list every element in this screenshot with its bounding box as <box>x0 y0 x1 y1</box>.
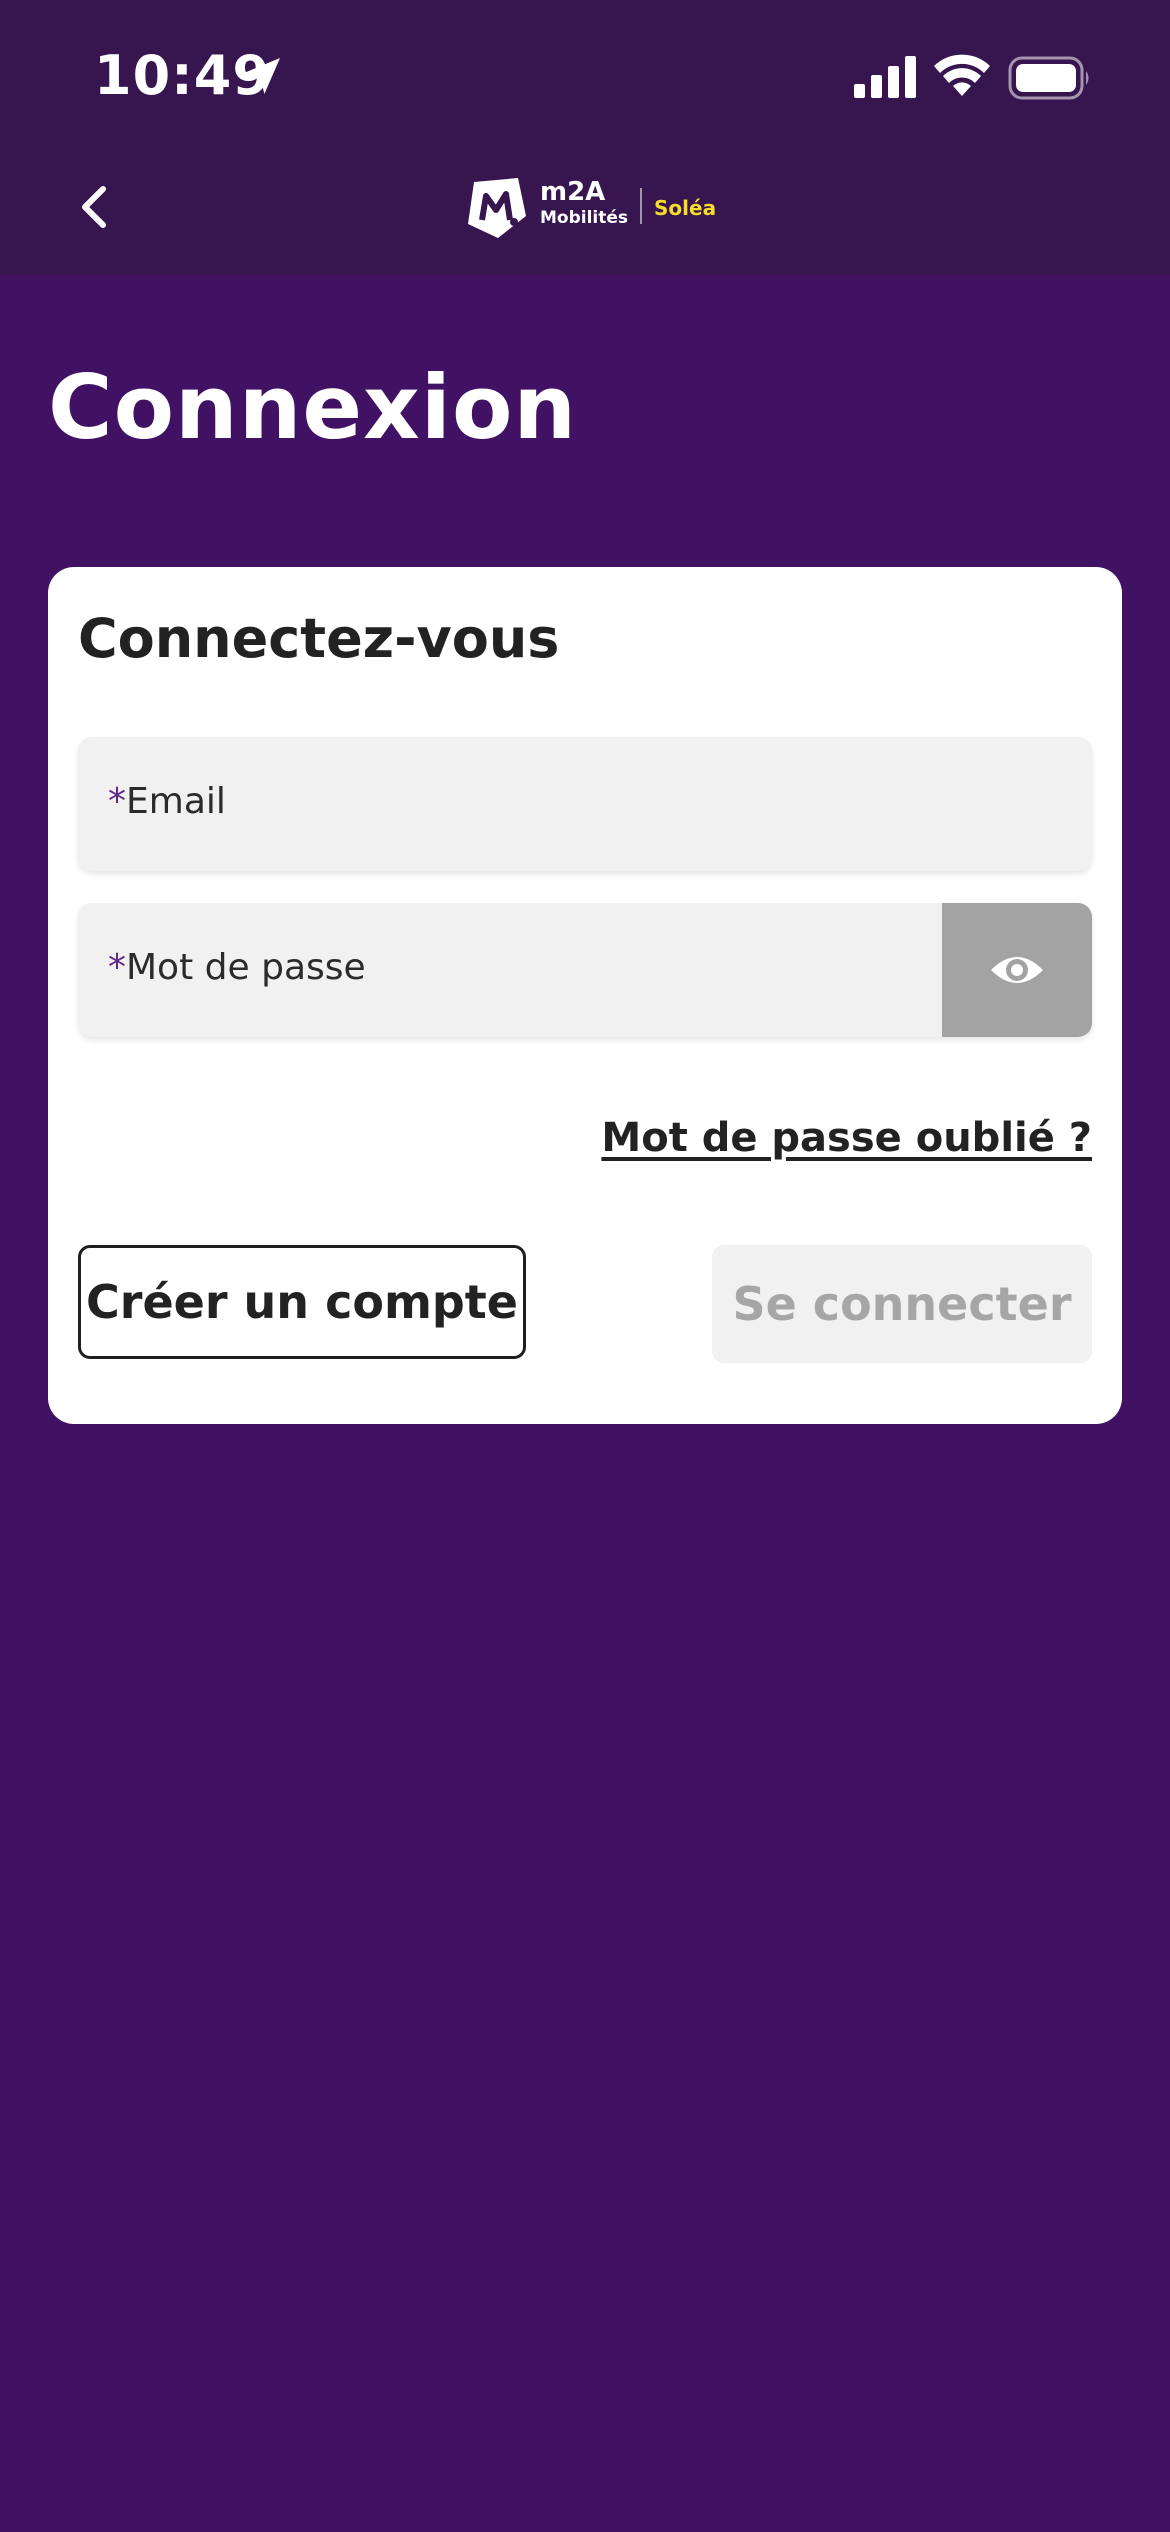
signal-icon <box>854 56 916 98</box>
password-field[interactable]: *Mot de passe <box>78 903 1092 1037</box>
email-input[interactable] <box>78 737 1092 871</box>
app-logo: m2A Mobilités Soléa <box>464 174 717 244</box>
card-title: Connectez-vous <box>78 607 560 670</box>
create-account-button[interactable]: Créer un compte <box>78 1245 526 1359</box>
eye-icon <box>991 957 1043 983</box>
logo-partner: Soléa <box>654 196 717 220</box>
page-title: Connexion <box>48 356 578 459</box>
password-input[interactable] <box>78 903 1092 1037</box>
location-arrow-icon <box>244 58 280 94</box>
logo-subtitle: Mobilités <box>540 208 629 228</box>
email-field[interactable]: *Email <box>78 737 1092 871</box>
battery-icon <box>1008 56 1089 100</box>
logo-mark-icon <box>468 178 526 238</box>
forgot-password-link[interactable]: Mot de passe oublié ? <box>601 1115 1092 1161</box>
top-bar: 10:49 m2A Mobilités Soléa <box>0 0 1170 275</box>
logo-brand: m2A <box>540 177 606 207</box>
show-password-button[interactable] <box>942 903 1092 1037</box>
nav-bar: m2A Mobilités Soléa <box>0 150 1170 275</box>
wifi-icon <box>934 54 990 96</box>
back-button[interactable] <box>60 172 130 242</box>
chevron-left-icon <box>82 186 106 228</box>
login-card: Connectez-vous *Email *Mot de passe Mot … <box>48 567 1122 1424</box>
logo-divider <box>640 188 642 224</box>
status-bar: 10:49 <box>0 0 1170 150</box>
login-button[interactable]: Se connecter <box>712 1245 1092 1363</box>
